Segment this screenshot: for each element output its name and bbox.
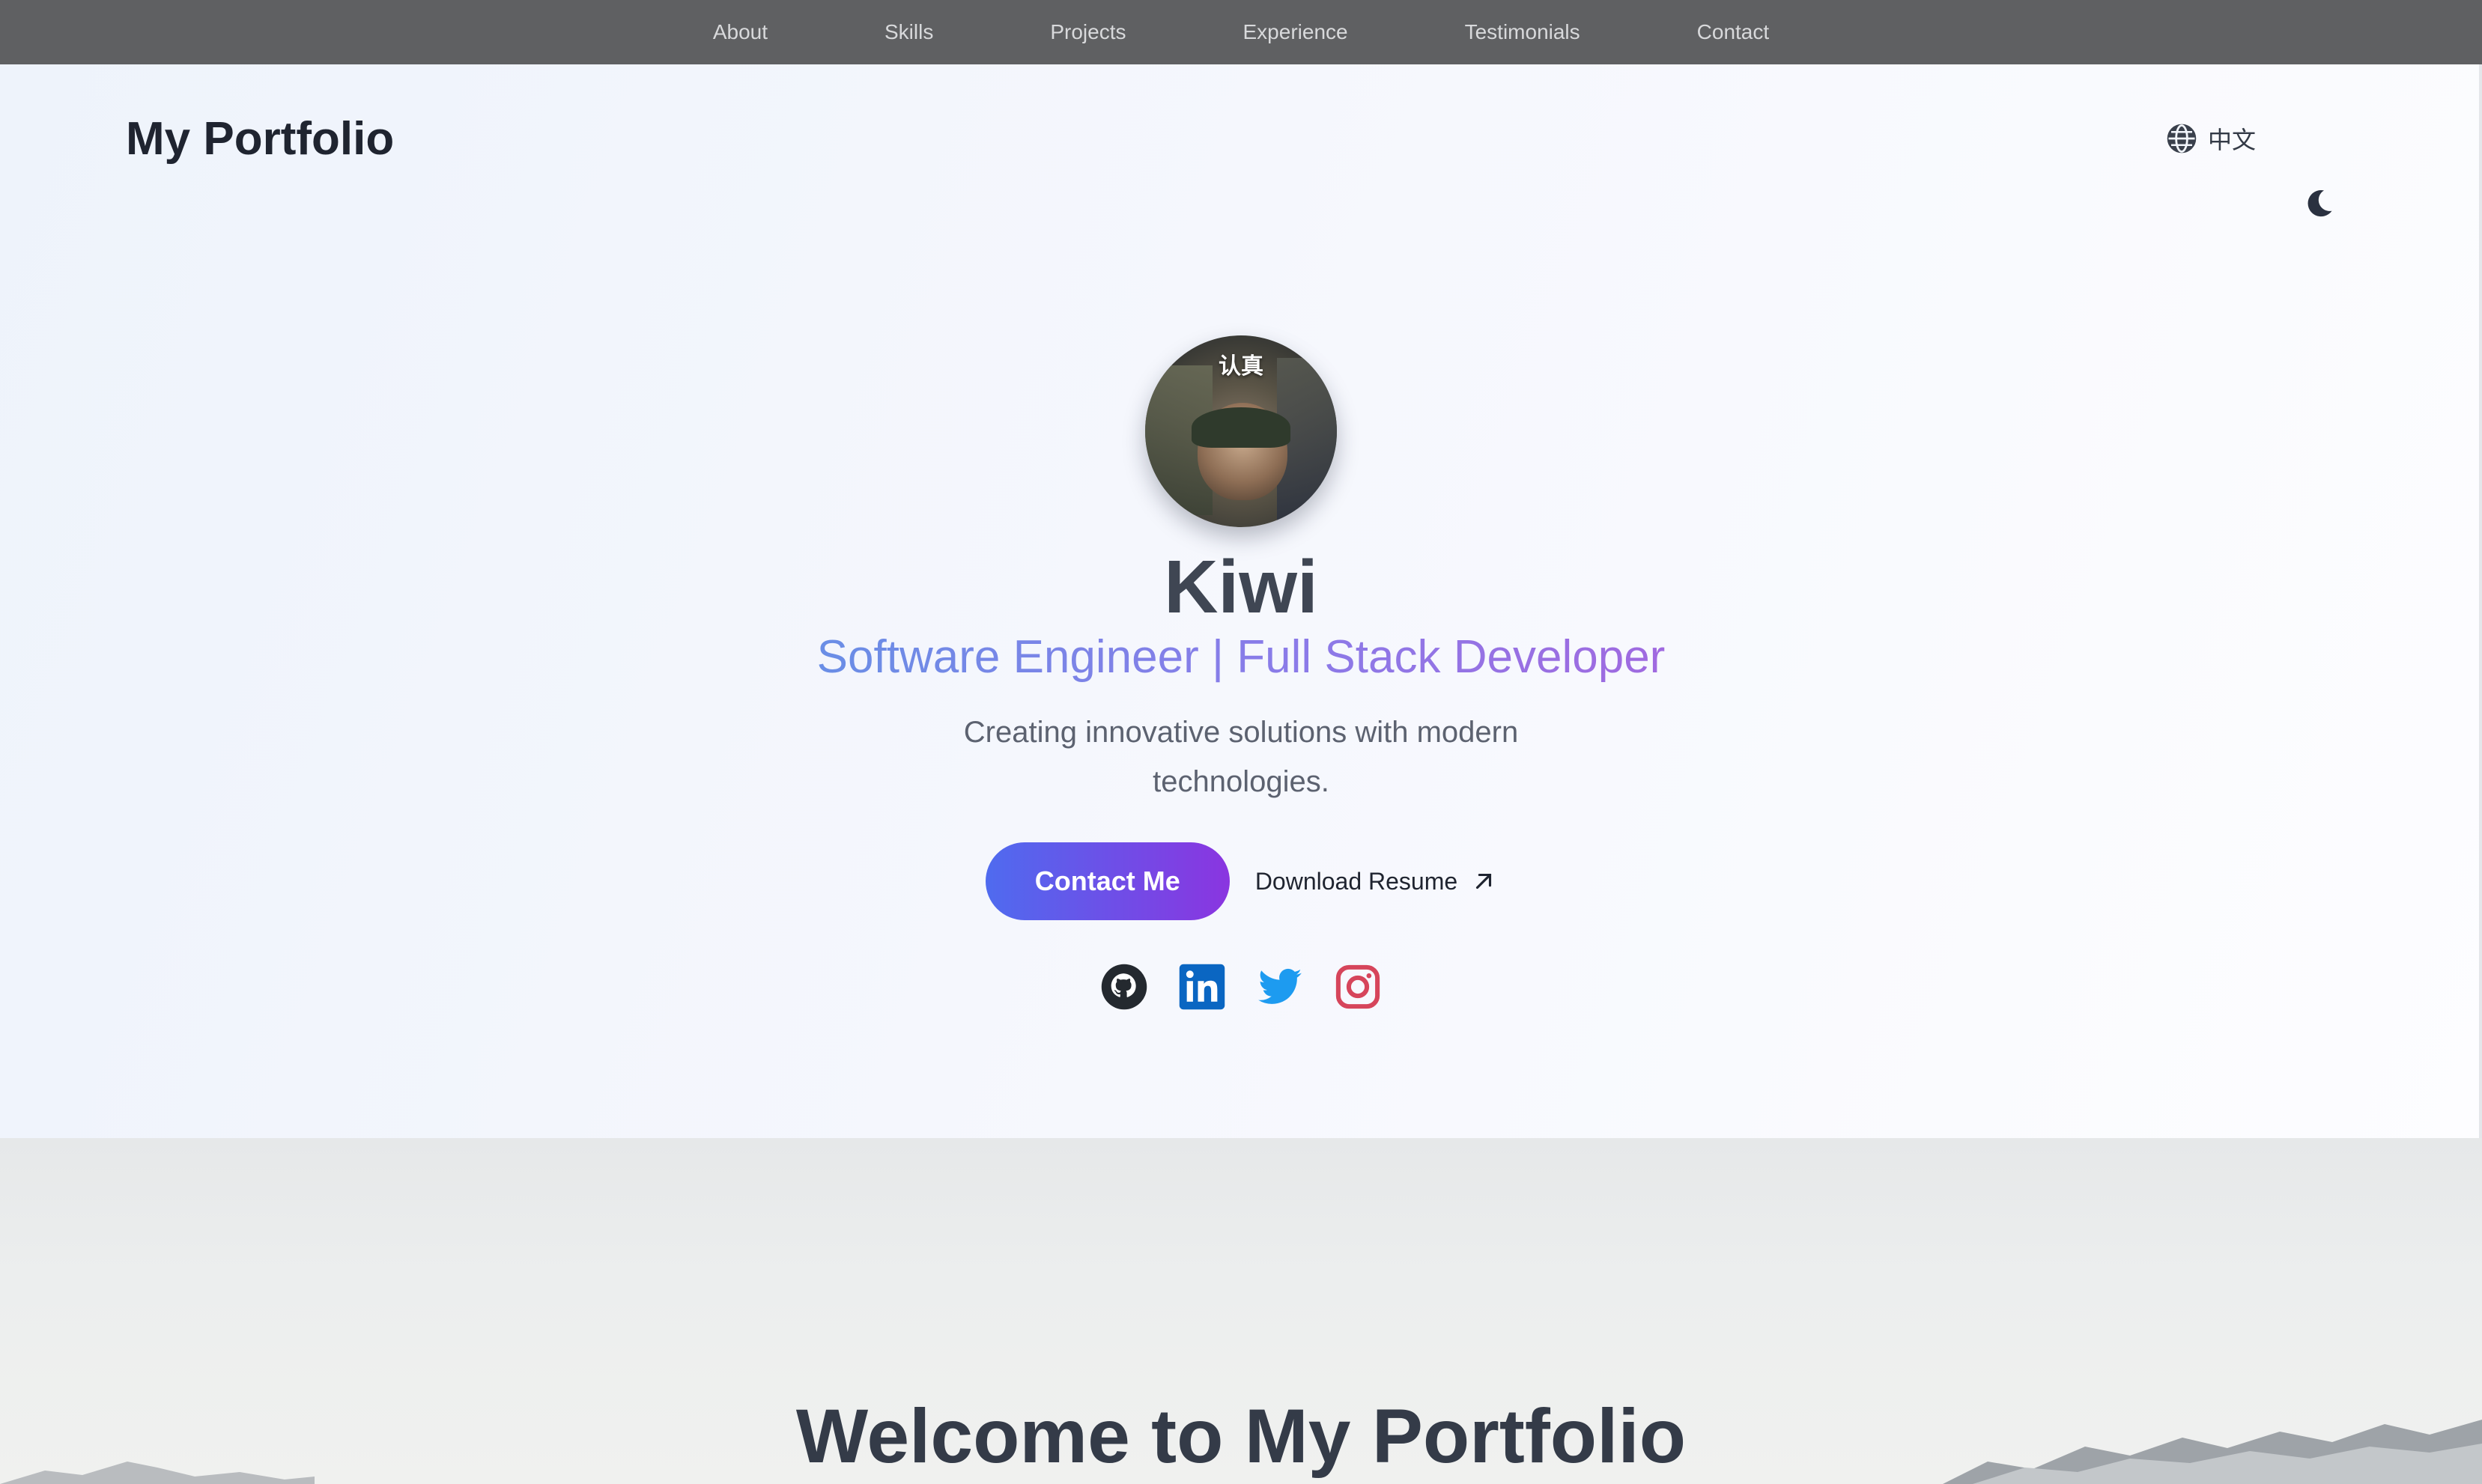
theme-toggle-button[interactable] (2301, 186, 2337, 222)
twitter-link[interactable] (1255, 962, 1305, 1012)
welcome-section: Welcome to My Portfolio (0, 1138, 2482, 1484)
instagram-icon (1335, 965, 1380, 1009)
contact-me-button[interactable]: Contact Me (985, 842, 1230, 921)
nav-item-projects[interactable]: Projects (1050, 0, 1126, 64)
top-navigation: About Skills Projects Experience Testimo… (0, 0, 2482, 64)
nav-item-skills[interactable]: Skills (885, 0, 933, 64)
download-resume-link[interactable]: Download Resume (1255, 868, 1496, 895)
avatar-hat (1192, 407, 1290, 448)
avatar-caption: 认真 (1219, 354, 1263, 379)
social-links (1099, 962, 1383, 1012)
welcome-title: Welcome to My Portfolio (795, 1393, 1687, 1479)
instagram-link[interactable] (1333, 962, 1383, 1012)
language-label: 中文 (2208, 127, 2257, 153)
linkedin-link[interactable] (1177, 962, 1227, 1012)
hero-name: Kiwi (1164, 545, 1318, 629)
arrow-up-right-icon (1476, 874, 1492, 890)
hero-actions: Contact Me Download Resume (985, 842, 1496, 921)
page-scrollbar[interactable] (2479, 64, 2482, 1138)
language-switcher[interactable]: 中文 (2166, 121, 2256, 156)
nav-item-contact[interactable]: Contact (1697, 0, 1770, 64)
nav-item-testimonials[interactable]: Testimonials (1465, 0, 1580, 64)
nav-item-experience[interactable]: Experience (1243, 0, 1348, 64)
hero-description: Creating innovative solutions with moder… (963, 716, 1519, 799)
hero-content: 认真 Kiwi Software Engineer | Full Stack D… (0, 335, 2482, 1012)
github-icon (1101, 964, 1147, 1010)
avatar: 认真 (1145, 335, 1337, 527)
site-header: My Portfolio 中文 (0, 64, 2482, 217)
nav-item-about[interactable]: About (713, 0, 768, 64)
github-link[interactable] (1099, 962, 1149, 1012)
download-resume-label: Download Resume (1254, 867, 1458, 895)
linkedin-icon (1179, 964, 1225, 1010)
portfolio-page: About Skills Projects Experience Testimo… (0, 0, 2482, 1484)
globe-icon (2167, 124, 2197, 153)
site-brand[interactable]: My Portfolio (126, 112, 394, 165)
hero-title: Software Engineer | Full Stack Developer (817, 630, 1666, 685)
moon-icon (2307, 189, 2332, 217)
hero-section: My Portfolio 中文 认真 Kiwi Software Enginee… (0, 64, 2482, 1138)
twitter-icon (1258, 969, 1302, 1005)
